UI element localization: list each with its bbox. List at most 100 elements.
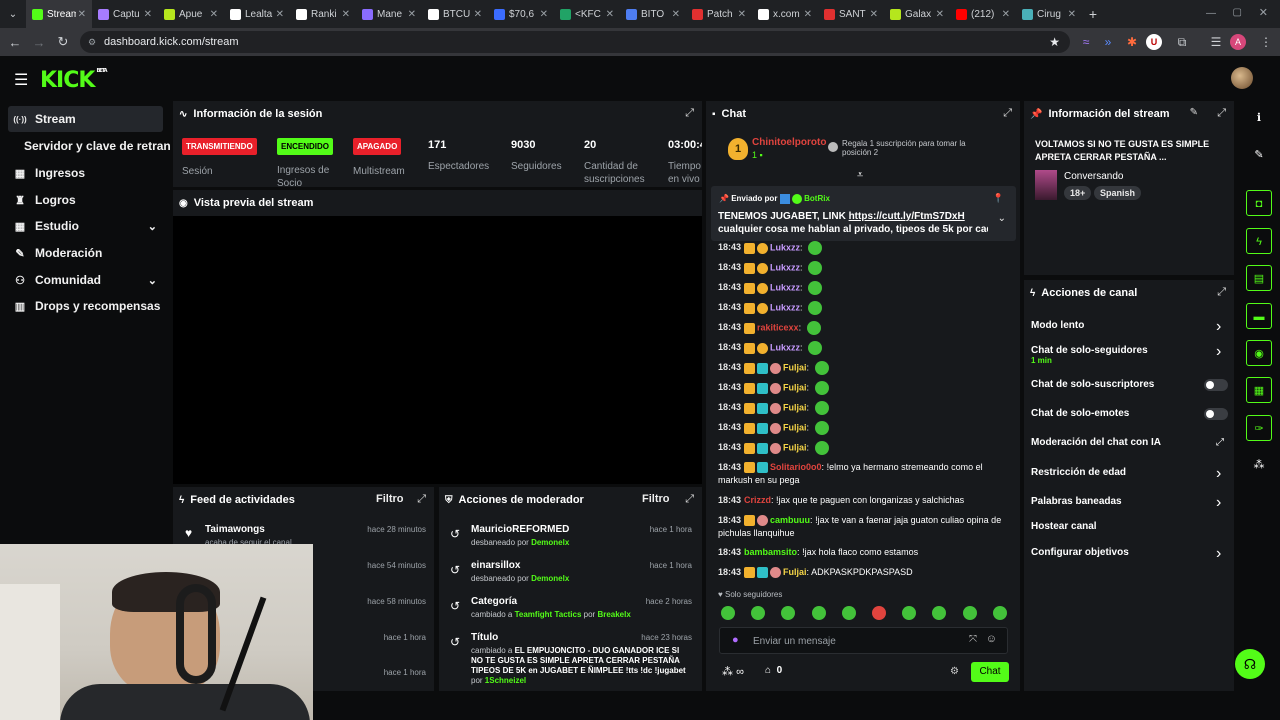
sidebar-item-6[interactable]: ✎ Moderación (8, 240, 163, 266)
support-headset-icon[interactable]: ☊ (1235, 649, 1265, 679)
tab-close-icon[interactable]: ✕ (804, 9, 812, 20)
browser-tab[interactable]: Lealta ✕ (224, 0, 290, 28)
browser-tab[interactable]: Cirug ✕ (1016, 0, 1082, 28)
tab-close-icon[interactable]: ✕ (276, 9, 284, 20)
mod-detail-actor[interactable]: Teamfight Tactics (515, 610, 582, 619)
expand-icon[interactable]: ⤢ (1217, 286, 1226, 299)
chevron-right-icon[interactable]: › (1216, 465, 1221, 483)
forward-icon[interactable]: → (27, 35, 51, 50)
browser-tab[interactable]: Apue ✕ (158, 0, 224, 28)
extension-icon[interactable]: » (1098, 32, 1118, 52)
browser-tab[interactable]: Stream ✕ (26, 0, 92, 28)
expand-pinned-icon[interactable]: ⌄ (998, 213, 1006, 224)
kicks-balance[interactable]: ⌂ 0 (765, 665, 782, 676)
browser-tab[interactable]: Mane ✕ (356, 0, 422, 28)
tab-close-icon[interactable]: ✕ (342, 9, 350, 20)
expand-icon[interactable]: ⤢ (1217, 107, 1226, 120)
browser-tab[interactable]: Ranki ✕ (290, 0, 356, 28)
bolt-icon[interactable]: ϟ (1246, 228, 1272, 254)
bookmark-star-icon[interactable]: ★ (1049, 31, 1060, 53)
tab-close-icon[interactable]: ✕ (606, 9, 614, 20)
edit-icon[interactable]: ✎ (1190, 107, 1198, 118)
close-window-icon[interactable]: ✕ (1259, 6, 1268, 19)
minimize-icon[interactable]: — (1206, 8, 1216, 19)
chat-username[interactable]: Fuljai (783, 362, 807, 372)
expand-icon[interactable]: ⤢ (1003, 107, 1012, 120)
emote-icon[interactable] (962, 606, 977, 620)
info-icon[interactable]: ℹ (1246, 105, 1272, 131)
chat-bubble-icon[interactable]: ▬ (1246, 303, 1272, 329)
channel-action-item[interactable]: Palabras baneadas (1031, 496, 1122, 507)
sidebar-item-3[interactable]: ▦ Ingresos (8, 160, 163, 186)
chat-username[interactable]: Fuljai (783, 422, 807, 432)
expand-icon[interactable]: ⤢ (417, 493, 426, 506)
sidebar-item-7[interactable]: ⚇ Comunidad ⌄ (8, 267, 163, 293)
back-icon[interactable]: ← (3, 35, 27, 50)
channel-action-item[interactable]: Chat de solo-seguidores (1031, 345, 1148, 356)
chevron-right-icon[interactable]: › (1216, 494, 1221, 512)
chat-settings-icon[interactable]: ⚙ (950, 666, 959, 677)
chat-input[interactable]: ● Enviar un mensaje ⤧ ☺ (719, 627, 1008, 654)
kick-logo[interactable]: KICK BETA (40, 68, 108, 93)
layout-icon[interactable]: ▦ (1246, 377, 1272, 403)
sidebar-item-8[interactable]: ▥ Drops y recompensas (8, 293, 163, 319)
translate-icon[interactable]: ⤧ (969, 634, 977, 645)
chat-username[interactable]: Lukxzz (770, 262, 800, 272)
chat-username[interactable]: Lukxzz (770, 282, 800, 292)
toggle-switch[interactable] (1204, 379, 1228, 391)
ublock-icon[interactable]: U (1146, 34, 1162, 50)
tab-close-icon[interactable]: ✕ (738, 9, 746, 20)
mod-detail-actor[interactable]: Demonelx (531, 538, 569, 547)
chat-username[interactable]: cambuuu (770, 515, 810, 525)
chat-username[interactable]: bambamsito (744, 547, 797, 557)
browser-tab[interactable]: BTCU ✕ (422, 0, 488, 28)
document-icon[interactable]: ▤ (1246, 265, 1272, 291)
chevron-right-icon[interactable]: › (1216, 343, 1221, 361)
tab-close-icon[interactable]: ✕ (408, 9, 416, 20)
feed-username[interactable]: Taimawongs (205, 524, 265, 535)
chat-username[interactable]: Fuljai (783, 402, 807, 412)
sidebar-item-1[interactable]: ((·)) Stream (8, 106, 163, 132)
profile-avatar[interactable]: A (1230, 34, 1246, 50)
mod-detail-actor[interactable]: 1Schneizel (485, 676, 526, 685)
expand-icon[interactable]: ⤢ (685, 493, 694, 506)
maximize-icon[interactable]: ▢ (1233, 7, 1242, 18)
tab-search-icon[interactable]: ⌄ (0, 9, 26, 20)
chevron-right-icon[interactable]: › (1216, 545, 1221, 563)
chevron-right-icon[interactable]: › (1216, 318, 1221, 336)
hamburger-menu-icon[interactable]: ☰ (14, 70, 28, 90)
emote-icon[interactable] (872, 606, 886, 620)
browser-tab[interactable]: Patch ✕ (686, 0, 752, 28)
chat-username[interactable]: rakiticexx (757, 322, 799, 332)
feed-filter-button[interactable]: Filtro (376, 493, 404, 505)
site-info-icon[interactable]: ⚙ (88, 31, 96, 53)
tab-close-icon[interactable]: ✕ (870, 9, 878, 20)
tab-close-icon[interactable]: ✕ (672, 9, 680, 20)
unpin-icon[interactable]: 📍 (993, 193, 1004, 204)
channel-action-item[interactable]: Chat de solo-emotes (1031, 408, 1129, 419)
broadcast-icon[interactable]: ◉ (1246, 340, 1272, 366)
chat-username[interactable]: Lukxzz (770, 342, 800, 352)
chat-username[interactable]: Fuljai (783, 382, 807, 392)
extension-icon[interactable]: ✱ (1122, 32, 1142, 52)
chat-username[interactable]: Fuljai (783, 442, 807, 452)
toggle-switch[interactable] (1204, 408, 1228, 420)
mod-filter-button[interactable]: Filtro (642, 493, 670, 505)
browser-tab[interactable]: BITO ✕ (620, 0, 686, 28)
emote-icon[interactable] (811, 606, 826, 620)
send-chat-button[interactable]: Chat (971, 662, 1009, 682)
channel-action-item[interactable]: Configurar objetivos (1031, 547, 1129, 558)
tab-close-icon[interactable]: ✕ (144, 9, 152, 20)
mod-detail-actor[interactable]: Demonelx (531, 574, 569, 583)
mod-row-title[interactable]: einarsillox (471, 560, 520, 571)
channel-action-item[interactable]: Hostear canal (1031, 521, 1097, 532)
mod-row-title[interactable]: Título (471, 632, 498, 643)
browser-tab[interactable]: x.com ✕ (752, 0, 818, 28)
chat-username[interactable]: Fuljai (783, 567, 807, 577)
tab-close-icon[interactable]: ✕ (474, 9, 482, 20)
browser-tab[interactable]: $70,6 ✕ (488, 0, 554, 28)
browser-tab[interactable]: Galax ✕ (884, 0, 950, 28)
sidebar-item-5[interactable]: ▦ Estudio ⌄ (8, 213, 163, 239)
emote-icon[interactable] (841, 606, 856, 620)
user-avatar[interactable] (1231, 67, 1253, 89)
